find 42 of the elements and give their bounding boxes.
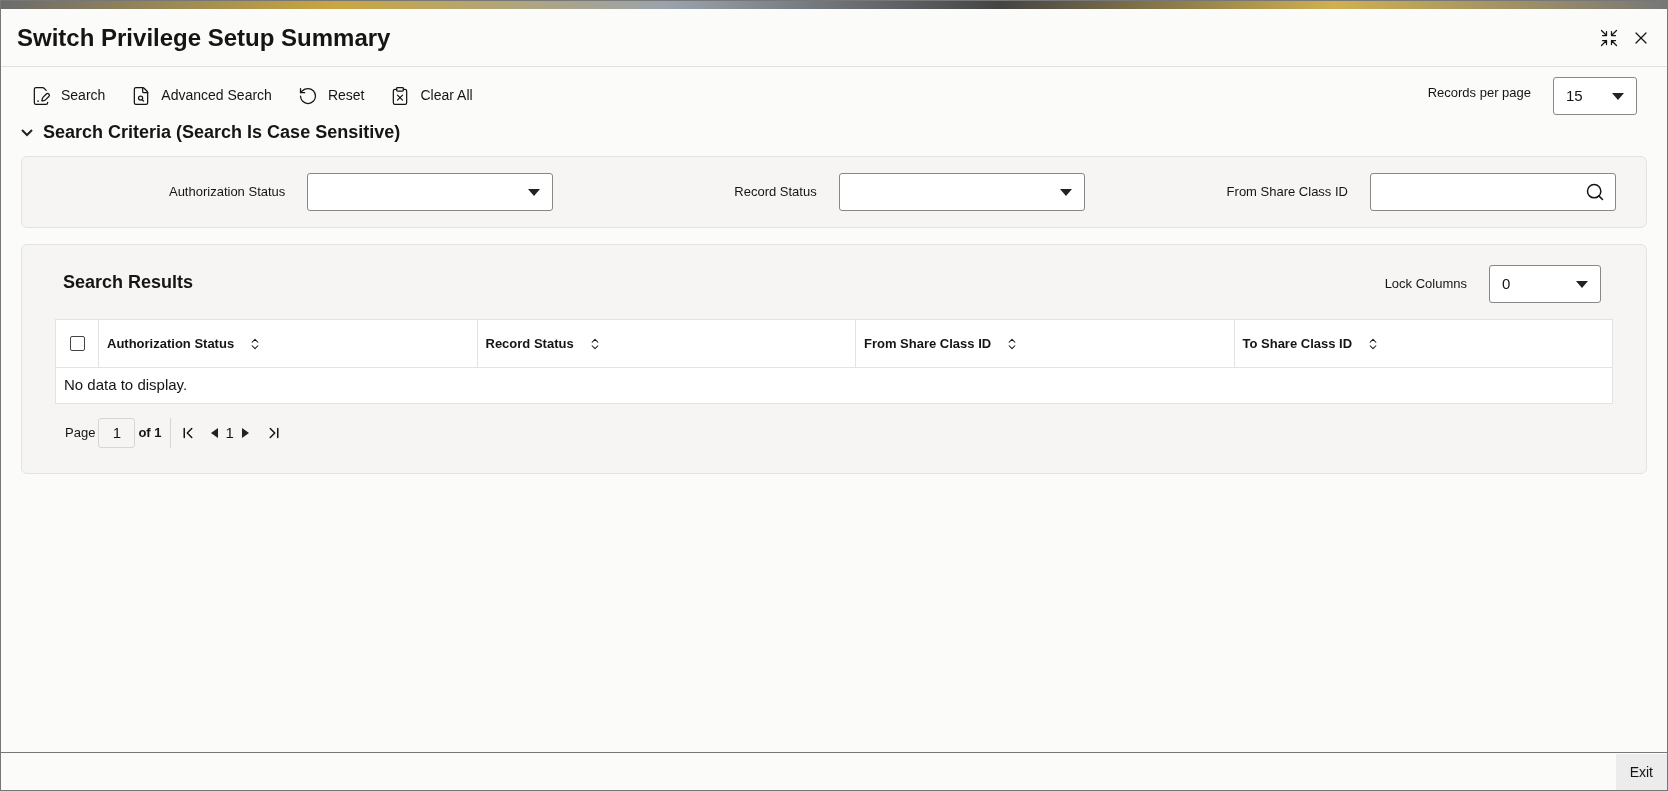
caret-icon	[1612, 92, 1624, 100]
toolbar-button[interactable]: Reset	[297, 85, 365, 106]
collapse-icon	[1599, 27, 1619, 48]
select-field[interactable]	[307, 173, 554, 211]
page-count: of 1	[138, 418, 171, 448]
previous-icon	[210, 428, 218, 438]
search-form-icon	[31, 85, 51, 106]
current-page: 1	[225, 422, 234, 443]
next-page-button[interactable]	[241, 428, 249, 438]
field-label: From Share Class ID	[1226, 183, 1348, 202]
search-icon	[1585, 182, 1605, 202]
select-field[interactable]	[838, 173, 1085, 211]
field-label: Record Status	[734, 183, 817, 202]
column-header: Authorization Status	[107, 334, 235, 353]
exit-button[interactable]: Exit	[1615, 754, 1667, 790]
previous-page-button[interactable]	[210, 428, 218, 438]
window-title: Switch Privilege Setup Summary	[17, 22, 391, 53]
column-header: To Share Class ID	[1242, 334, 1353, 353]
results-title: Search Results	[62, 271, 194, 294]
toolbar-button[interactable]: Clear All	[390, 85, 473, 106]
toolbar-button[interactable]: Search	[31, 85, 106, 106]
select-all-checkbox[interactable]	[69, 336, 85, 351]
empty-message: No data to display.	[64, 375, 188, 396]
lock-columns-label: Lock Columns	[1384, 275, 1467, 294]
toolbar-button[interactable]: Advanced Search	[131, 85, 272, 106]
field-label: Authorization Status	[168, 183, 286, 202]
caret-icon	[1059, 188, 1072, 196]
page-input[interactable]: 1	[98, 418, 136, 448]
criteria-header[interactable]: Search Criteria (Search Is Case Sensitive)	[1, 119, 421, 146]
lookup-field[interactable]	[1370, 173, 1616, 211]
records-per-page-label: Records per page	[1427, 84, 1531, 102]
page-label: Page	[65, 424, 96, 443]
chevron-icon	[21, 128, 33, 137]
reset-icon	[297, 85, 318, 106]
column-header: From Share Class ID	[864, 334, 992, 353]
caret-icon	[528, 188, 541, 196]
collapse-button[interactable]	[1599, 27, 1619, 48]
next-icon	[241, 428, 249, 438]
records-per-page-select[interactable]: 15	[1553, 77, 1637, 115]
lock-columns-select[interactable]: 0	[1489, 265, 1601, 303]
caret-icon	[1576, 280, 1588, 288]
column-header: Record Status	[485, 334, 574, 353]
